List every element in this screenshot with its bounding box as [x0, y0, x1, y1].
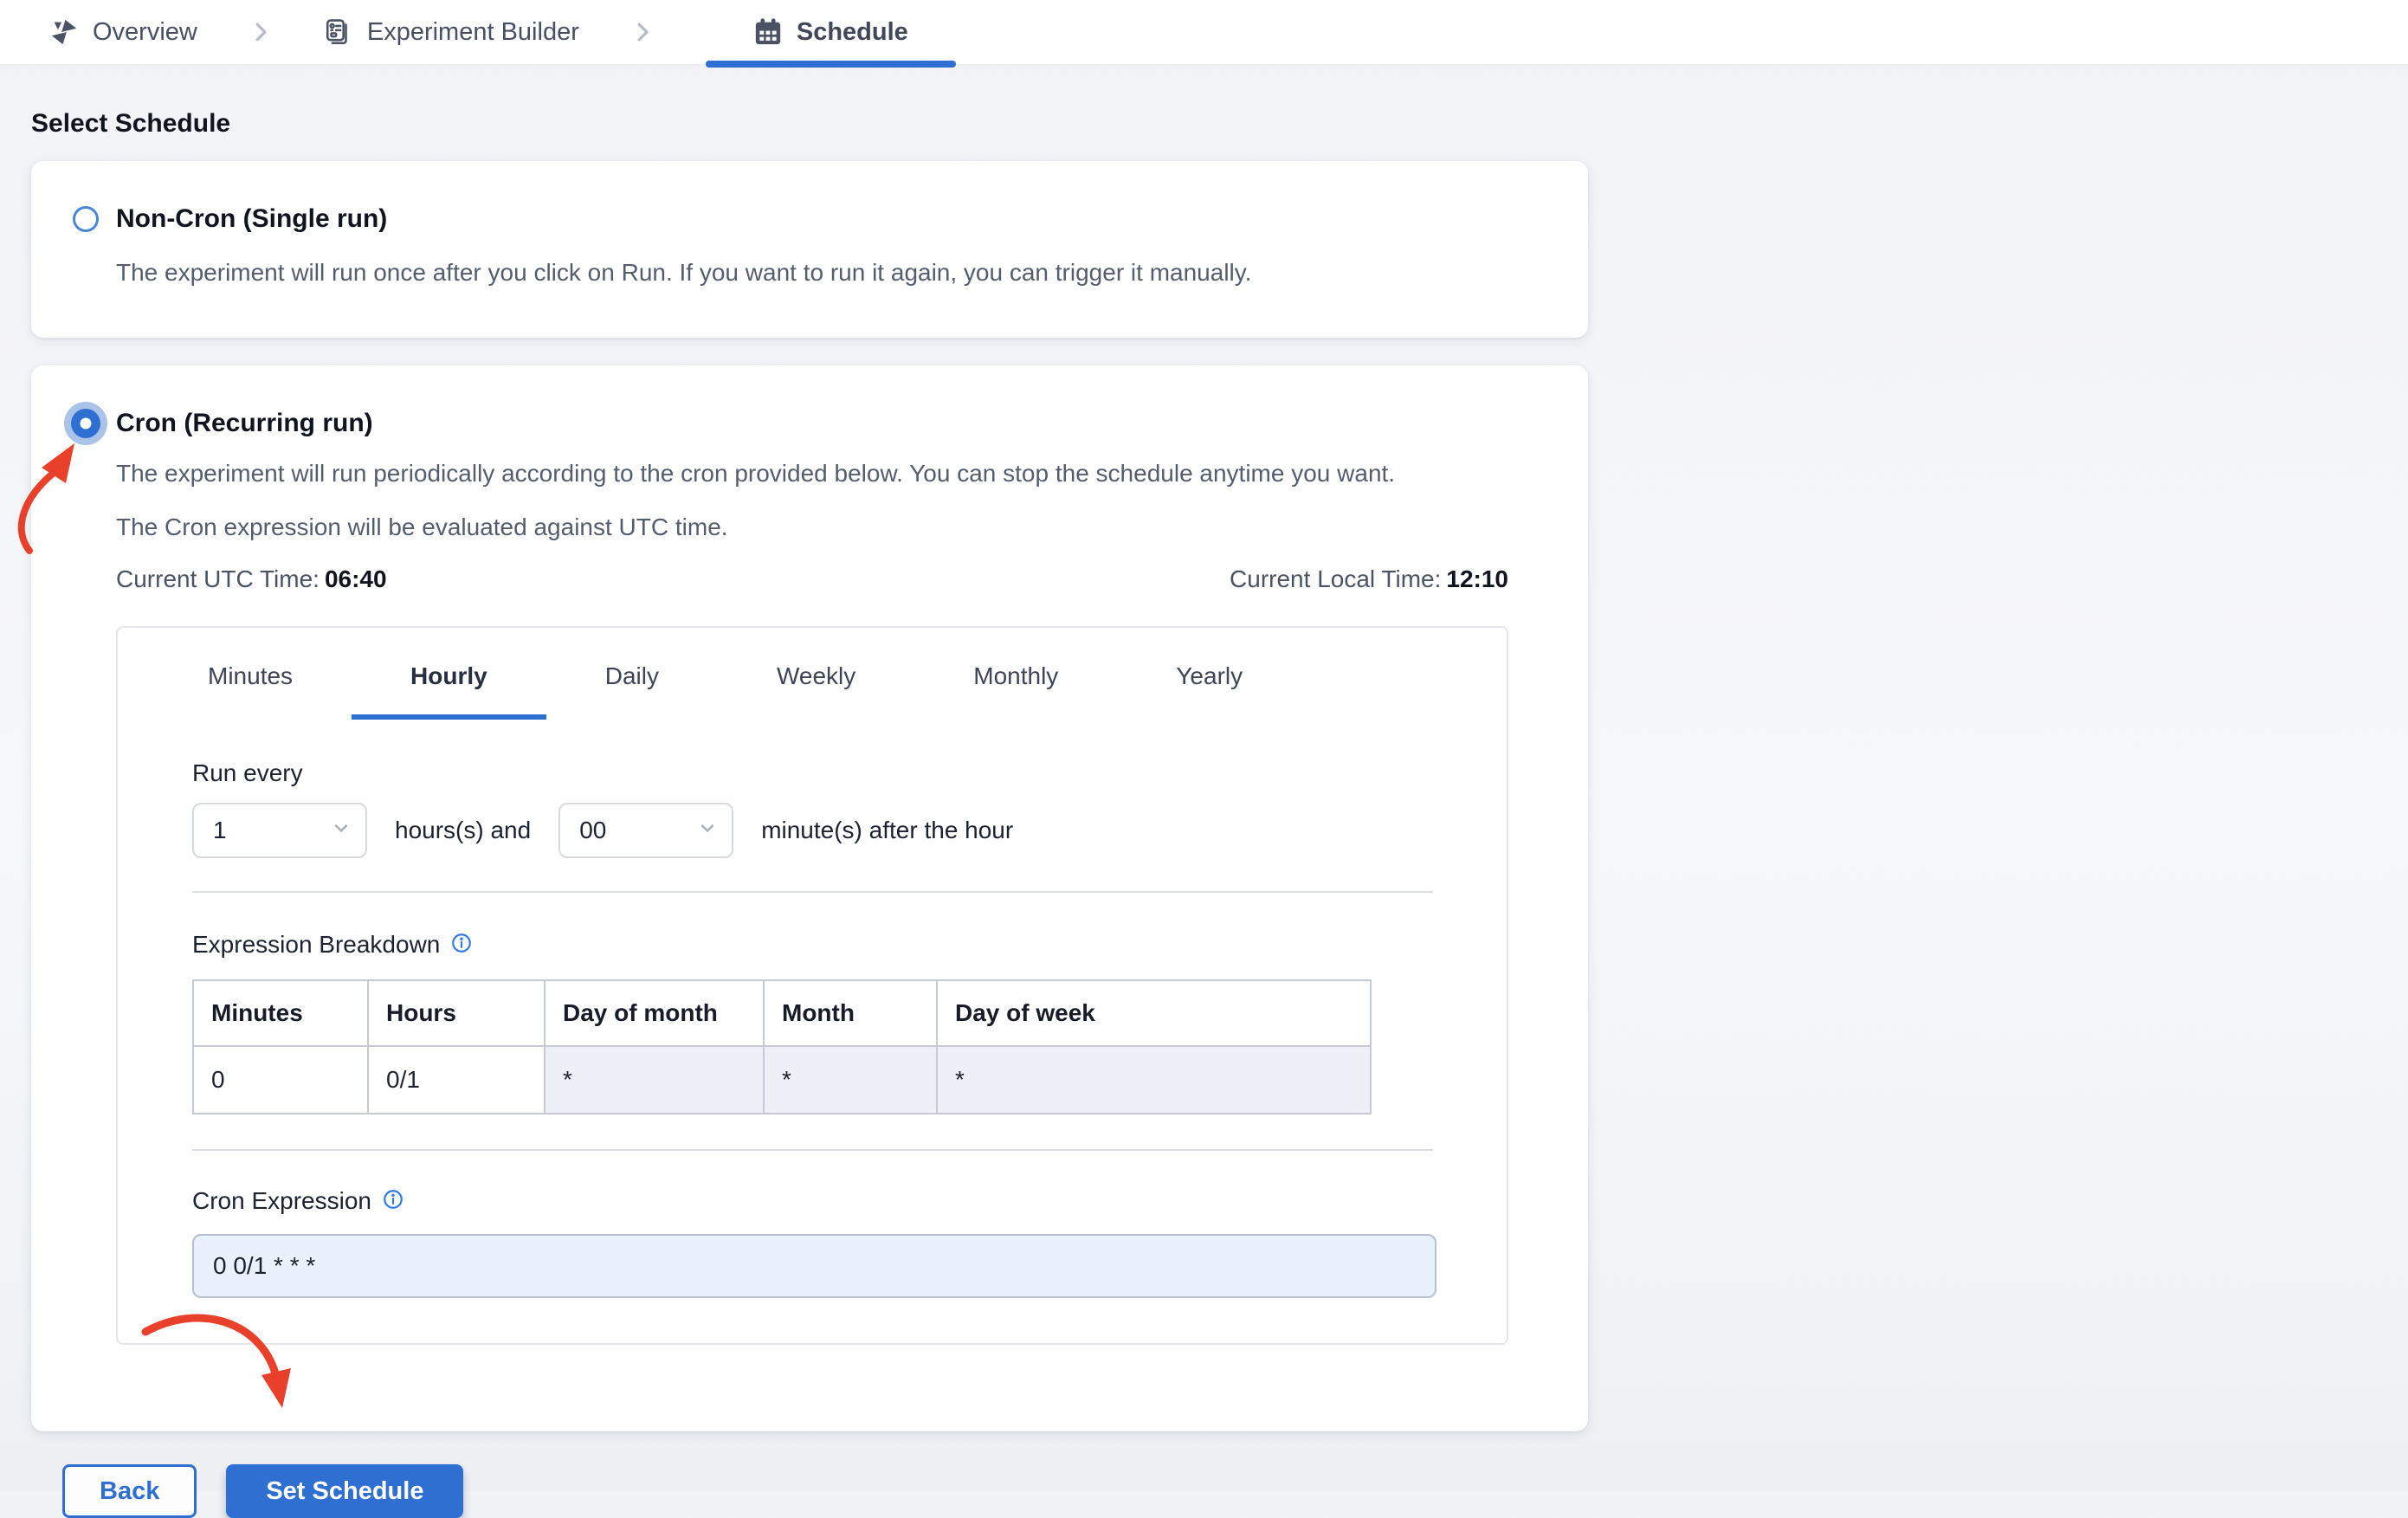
column-header-day-of-week: Day of week: [936, 979, 1372, 1048]
non-cron-title: Non-Cron (Single run): [116, 204, 388, 233]
cron-scheduler-panel: Minutes Hourly Daily Weekly Monthly Year…: [116, 626, 1508, 1346]
tab-minutes[interactable]: Minutes: [149, 662, 352, 720]
cron-expression-label: Cron Expression: [192, 1187, 371, 1215]
hourly-tab-content: Run every 1 hours(s) and 00 minute(s) af…: [118, 759, 1507, 1343]
breadcrumb: Overview Experiment Builder Schedule: [0, 0, 2408, 68]
column-header-hours: Hours: [367, 979, 546, 1048]
hours-select[interactable]: 1: [192, 803, 367, 859]
cell-minutes: 0: [192, 1045, 369, 1115]
breadcrumb-item-experiment-builder[interactable]: Experiment Builder: [324, 0, 579, 64]
breadcrumb-item-overview[interactable]: Overview: [49, 0, 197, 64]
main-content: Select Schedule Non-Cron (Single run) Th…: [0, 66, 2408, 1518]
non-cron-description: The experiment will run once after you c…: [116, 259, 1252, 286]
cron-title: Cron (Recurring run): [116, 408, 373, 437]
breadcrumb-label: Schedule: [796, 17, 908, 46]
info-icon[interactable]: [450, 932, 473, 959]
tab-weekly[interactable]: Weekly: [718, 662, 914, 720]
tab-monthly[interactable]: Monthly: [914, 662, 1117, 720]
cell-day-of-week: *: [936, 1045, 1372, 1115]
minutes-select[interactable]: 00: [558, 803, 734, 859]
minutes-select-value: 00: [579, 817, 607, 844]
breadcrumb-item-schedule[interactable]: Schedule: [705, 0, 956, 68]
utc-time-value: 06:40: [324, 565, 387, 593]
section-divider: [192, 891, 1433, 894]
page-title: Select Schedule: [31, 109, 231, 138]
cell-hours: 0/1: [367, 1045, 546, 1115]
current-utc-time: Current UTC Time: 06:40: [116, 565, 387, 593]
cell-month: *: [763, 1045, 938, 1115]
run-every-controls: 1 hours(s) and 00 minute(s) after the ho…: [192, 803, 1433, 859]
column-header-month: Month: [763, 979, 938, 1048]
tab-daily[interactable]: Daily: [546, 662, 718, 720]
chevron-right-icon: [629, 0, 655, 64]
experiment-builder-icon: [324, 17, 353, 47]
cell-day-of-month: *: [544, 1045, 765, 1115]
breadcrumb-label: Overview: [93, 17, 197, 46]
chevron-down-icon: [697, 817, 718, 844]
local-time-value: 12:10: [1446, 565, 1508, 593]
set-schedule-button[interactable]: Set Schedule: [226, 1464, 464, 1518]
breadcrumb-label: Experiment Builder: [366, 17, 579, 46]
info-icon[interactable]: [382, 1188, 404, 1215]
time-row: Current UTC Time: 06:40 Current Local Tim…: [116, 565, 1508, 593]
tab-hourly[interactable]: Hourly: [352, 662, 546, 720]
frequency-tabs: Minutes Hourly Daily Weekly Monthly Year…: [118, 628, 1507, 720]
cron-option-card[interactable]: Cron (Recurring run) The experiment will…: [31, 365, 1588, 1432]
non-cron-option-card[interactable]: Non-Cron (Single run) The experiment wil…: [31, 161, 1588, 338]
table-row: 0 0/1 * * *: [192, 1045, 1372, 1115]
cron-description-2: The Cron expression will be evaluated ag…: [116, 513, 728, 540]
expression-breakdown-label: Expression Breakdown: [192, 931, 441, 959]
minutes-suffix-label: minute(s) after the hour: [761, 817, 1014, 844]
cron-description-1: The experiment will run periodically acc…: [116, 459, 1396, 487]
expression-breakdown-table: Minutes Hours Day of month Month Day of …: [192, 979, 1372, 1115]
section-divider: [192, 1149, 1433, 1152]
chevron-right-icon: [248, 0, 274, 64]
footer-actions: Back Set Schedule: [62, 1464, 2408, 1518]
non-cron-radio[interactable]: [73, 206, 99, 232]
overview-icon: [49, 17, 79, 47]
cron-expression-input[interactable]: [192, 1234, 1436, 1299]
column-header-minutes: Minutes: [192, 979, 369, 1048]
chevron-down-icon: [331, 817, 352, 844]
table-header-row: Minutes Hours Day of month Month Day of …: [192, 979, 1372, 1048]
hours-suffix-label: hours(s) and: [395, 817, 532, 844]
schedule-calendar-icon: [753, 17, 783, 47]
current-local-time: Current Local Time: 12:10: [1230, 565, 1508, 593]
hours-select-value: 1: [213, 817, 227, 844]
cron-radio[interactable]: [71, 408, 100, 438]
tab-yearly[interactable]: Yearly: [1117, 662, 1301, 720]
back-button[interactable]: Back: [62, 1464, 197, 1518]
run-every-label: Run every: [192, 759, 303, 787]
column-header-day-of-month: Day of month: [544, 979, 765, 1048]
